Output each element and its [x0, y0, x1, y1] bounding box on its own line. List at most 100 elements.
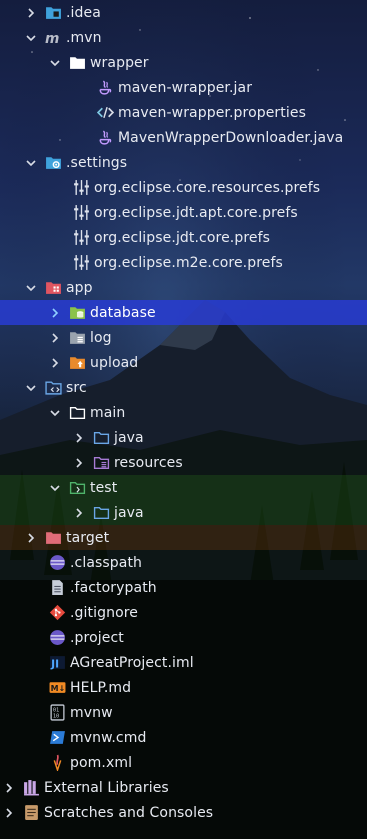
chevron-down-icon[interactable] [48, 56, 62, 70]
chevron-down-icon[interactable] [48, 481, 62, 495]
tree-item-label: .settings [66, 154, 128, 171]
tree-item-label: src [66, 379, 87, 396]
eclipse-icon [48, 629, 66, 647]
chevron-right-icon[interactable] [24, 6, 38, 20]
chevron-right-icon[interactable] [48, 356, 62, 370]
powershell-icon [48, 729, 66, 747]
tree-item-label: Scratches and Consoles [44, 804, 214, 821]
log-folder-icon [68, 329, 86, 347]
tree-item-label: target [66, 529, 110, 546]
tree-item-wrapper[interactable]: wrapper [0, 50, 367, 75]
chevron-down-icon[interactable] [24, 381, 38, 395]
svg-text:JI: JI [50, 657, 59, 670]
prefs-file-icon [72, 254, 90, 272]
tree-item-label: upload [90, 354, 139, 371]
tree-item-iml[interactable]: JI AGreatProject.iml [0, 650, 367, 675]
tree-item-resources[interactable]: resources [0, 450, 367, 475]
tree-item-project[interactable]: .project [0, 625, 367, 650]
tree-item-upload[interactable]: upload [0, 350, 367, 375]
target-folder-icon [44, 529, 62, 547]
tree-item-label: .project [70, 629, 124, 646]
tree-item-label: java [114, 429, 144, 446]
source-root-folder-icon [92, 429, 110, 447]
svg-text:m: m [45, 31, 59, 46]
source-root-folder-icon [92, 504, 110, 522]
tree-item-label: org.eclipse.m2e.core.prefs [94, 254, 283, 271]
tree-item-maven-wrapper-jar[interactable]: maven-wrapper.jar [0, 75, 367, 100]
tree-item-maven-wrapper-downloader-java[interactable]: MavenWrapperDownloader.java [0, 125, 367, 150]
tree-item-label: log [90, 329, 112, 346]
tree-item-label: mvnw [70, 704, 113, 721]
git-icon [48, 604, 66, 622]
chevron-right-icon[interactable] [72, 506, 86, 520]
tree-item-main-java[interactable]: java [0, 425, 367, 450]
tree-item-external-libraries[interactable]: External Libraries [0, 775, 367, 800]
tree-item-label: main [90, 404, 126, 421]
tree-item-src[interactable]: src [0, 375, 367, 400]
tree-item-main[interactable]: main [0, 400, 367, 425]
settings-folder-icon [44, 154, 62, 172]
tree-item-mvnw-cmd[interactable]: mvnw.cmd [0, 725, 367, 750]
text-file-icon [48, 579, 66, 597]
tree-item-database[interactable]: database [0, 300, 367, 325]
tree-item-app[interactable]: app [0, 275, 367, 300]
tree-item-classpath[interactable]: .classpath [0, 550, 367, 575]
tree-item-label: database [90, 304, 156, 321]
tree-item-mvnw[interactable]: 01 10 mvnw [0, 700, 367, 725]
scratches-icon [22, 804, 40, 822]
tree-item-label: .idea [66, 4, 101, 21]
folder-icon [68, 54, 86, 72]
maven-pom-icon [48, 754, 66, 772]
tree-item-scratches-and-consoles[interactable]: Scratches and Consoles [0, 800, 367, 825]
idea-folder-icon [44, 4, 62, 22]
tree-item-label: MavenWrapperDownloader.java [118, 129, 344, 146]
tree-item-target[interactable]: target [0, 525, 367, 550]
chevron-down-icon[interactable] [24, 281, 38, 295]
tree-item-label: HELP.md [70, 679, 132, 696]
folder-icon [68, 404, 86, 422]
tree-item-factorypath[interactable]: .factorypath [0, 575, 367, 600]
tree-item-pom-xml[interactable]: pom.xml [0, 750, 367, 775]
tree-item-label: AGreatProject.iml [70, 654, 194, 671]
tree-item-label: app [66, 279, 93, 296]
upload-folder-icon [68, 354, 86, 372]
tree-item-label: .classpath [70, 554, 143, 571]
tree-item-label: pom.xml [70, 754, 133, 771]
tree-item-gitignore[interactable]: .gitignore [0, 600, 367, 625]
tree-item-jdt-core-prefs[interactable]: org.eclipse.jdt.core.prefs [0, 225, 367, 250]
tree-item-jdt-apt-core-prefs[interactable]: org.eclipse.jdt.apt.core.prefs [0, 200, 367, 225]
tree-item-mvn[interactable]: m .mvn [0, 25, 367, 50]
tree-item-maven-wrapper-properties[interactable]: maven-wrapper.properties [0, 100, 367, 125]
tree-item-help-md[interactable]: M↓ HELP.md [0, 675, 367, 700]
tree-item-label: .factorypath [70, 579, 157, 596]
tree-item-idea[interactable]: .idea [0, 0, 367, 25]
tree-item-label: External Libraries [44, 779, 169, 796]
tree-item-log[interactable]: log [0, 325, 367, 350]
chevron-down-icon[interactable] [48, 406, 62, 420]
tree-item-test-java[interactable]: java [0, 500, 367, 525]
tree-item-label: test [90, 479, 118, 496]
svg-text:10: 10 [52, 713, 58, 719]
chevron-right-icon[interactable] [2, 806, 16, 820]
prefs-file-icon [72, 229, 90, 247]
tree-item-m2e-core-prefs[interactable]: org.eclipse.m2e.core.prefs [0, 250, 367, 275]
markdown-icon: M↓ [48, 679, 66, 697]
tree-item-label: .gitignore [70, 604, 138, 621]
chevron-right-icon[interactable] [72, 456, 86, 470]
test-folder-icon [68, 479, 86, 497]
tree-item-settings[interactable]: .settings [0, 150, 367, 175]
java-file-icon [96, 129, 114, 147]
chevron-down-icon[interactable] [24, 31, 38, 45]
tree-item-core-resources-prefs[interactable]: org.eclipse.core.resources.prefs [0, 175, 367, 200]
chevron-down-icon[interactable] [24, 156, 38, 170]
chevron-right-icon[interactable] [24, 531, 38, 545]
chevron-right-icon[interactable] [48, 306, 62, 320]
tree-item-label: org.eclipse.jdt.apt.core.prefs [94, 204, 298, 221]
eclipse-icon [48, 554, 66, 572]
binary-file-icon: 01 10 [48, 704, 66, 722]
tree-item-test[interactable]: test [0, 475, 367, 500]
chevron-right-icon[interactable] [2, 781, 16, 795]
source-folder-icon [44, 379, 62, 397]
chevron-right-icon[interactable] [48, 331, 62, 345]
chevron-right-icon[interactable] [72, 431, 86, 445]
